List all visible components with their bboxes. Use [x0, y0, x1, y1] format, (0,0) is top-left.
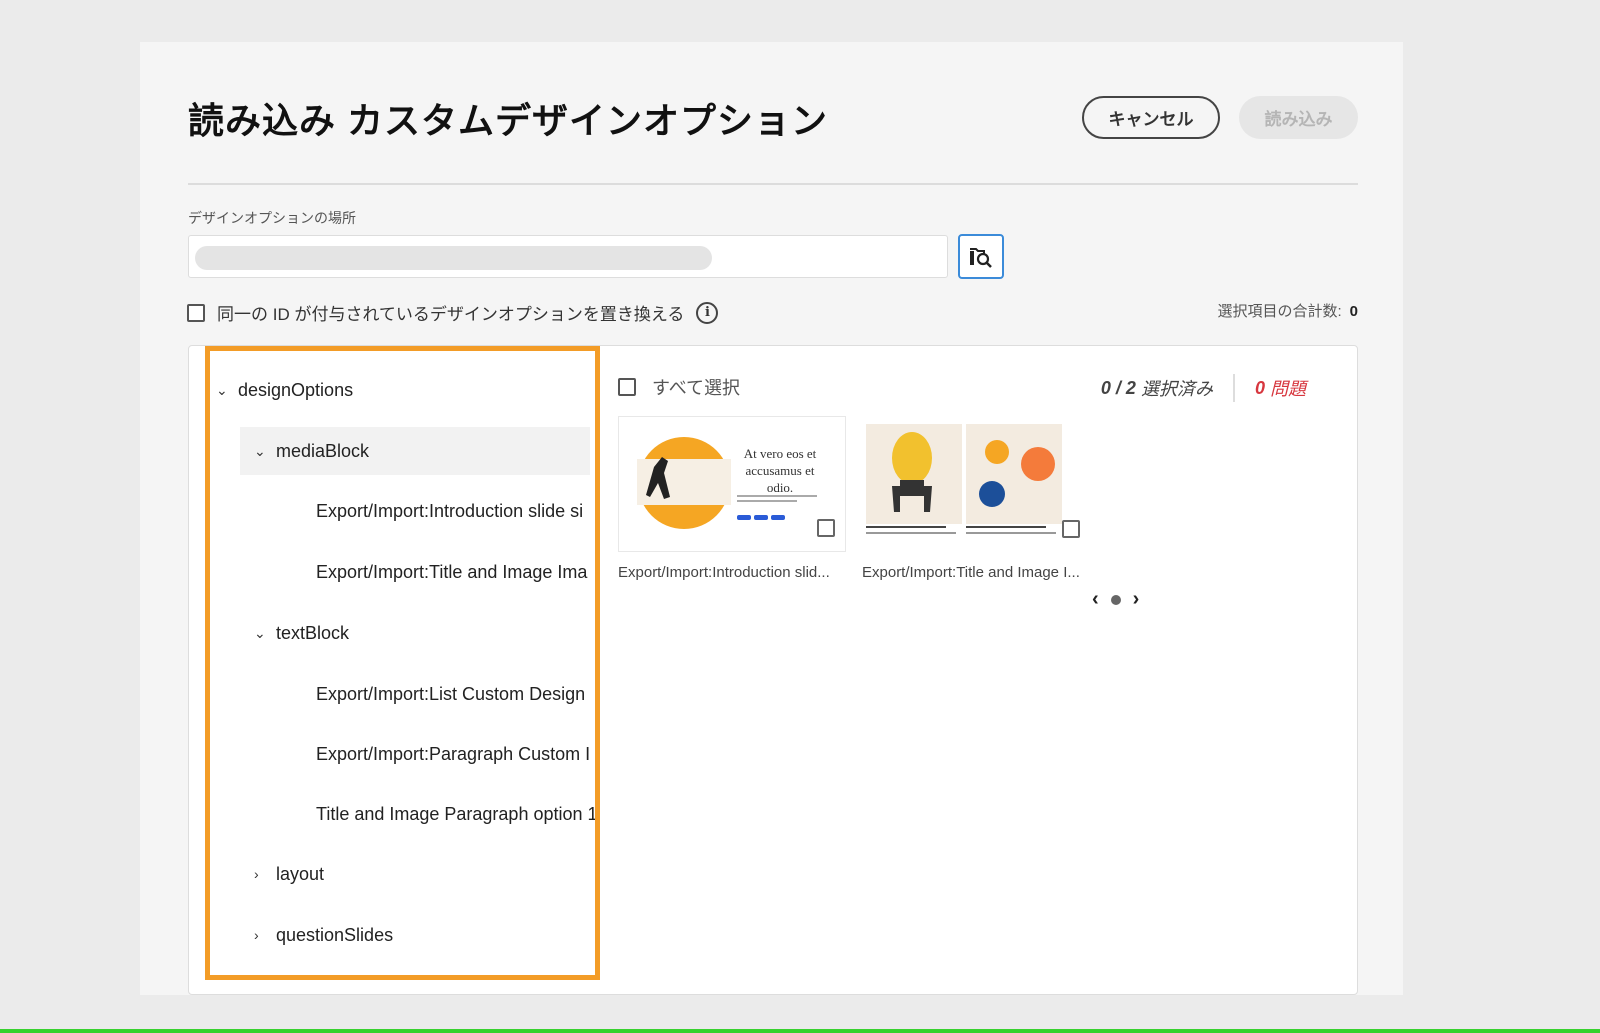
tree-item-label: layout [276, 863, 325, 884]
tree-item-questionslides[interactable]: › questionSlides [254, 911, 393, 959]
chevron-right-icon: › [254, 927, 259, 943]
card-caption: Export/Import:Introduction slid... [618, 564, 830, 581]
divider [1232, 374, 1235, 402]
design-card[interactable] [862, 416, 1090, 552]
chevron-down-icon: ⌄ [216, 381, 228, 398]
divider [188, 183, 1358, 185]
location-value-redacted [195, 246, 712, 270]
card-checkbox[interactable] [817, 519, 835, 537]
import-button[interactable]: 読み込み [1239, 96, 1358, 139]
tree-item-leaf[interactable]: Export/Import:Paragraph Custom I [316, 730, 590, 778]
select-all-label: すべて選択 [652, 378, 741, 398]
chevron-right-icon: › [254, 866, 259, 882]
tree-item-label: textBlock [276, 622, 350, 643]
card-checkbox[interactable] [1062, 520, 1080, 538]
selected-label: 選択済み [1140, 379, 1213, 399]
selected-count: 0 / 2 [1100, 377, 1136, 398]
pagination: ‹ › [1092, 588, 1139, 611]
tree-item-layout[interactable]: › layout [254, 850, 324, 898]
design-options-tree: ⌄ designOptions ⌄ mediaBlock Export/Import… [205, 346, 600, 980]
info-icon[interactable]: i [696, 301, 719, 324]
tree-item-leaf[interactable]: Export/Import:Introduction slide si [316, 487, 583, 535]
tree-item-designoptions[interactable]: ⌄ designOptions [216, 366, 353, 414]
replace-label: 同一の ID が付与されているデザインオプションを置き換える [217, 305, 685, 324]
dialog-title: 読み込み カスタムデザインオプション [188, 100, 829, 141]
thumbnail-image [866, 424, 1062, 534]
tree-item-label: questionSlides [276, 924, 394, 945]
chevron-right-icon[interactable]: › [1133, 588, 1140, 611]
bottom-bar [0, 1029, 1600, 1033]
card-caption: Export/Import:Title and Image I... [862, 564, 1080, 581]
issues-count: 0 [1254, 377, 1265, 398]
import-dialog: 読み込み カスタムデザインオプション キャンセル 読み込み デザインオプションの… [140, 42, 1403, 995]
chevron-left-icon[interactable]: ‹ [1092, 588, 1099, 611]
preview-pane: すべて選択 0 / 2 選択済み 0 問題 At vero eos et acc… [606, 346, 1336, 986]
replace-option: 同一の ID が付与されているデザインオプションを置き換える i [187, 300, 719, 325]
replace-checkbox[interactable] [187, 303, 205, 322]
issues-label: 問題 [1270, 379, 1306, 399]
location-label: デザインオプションの場所 [188, 210, 356, 226]
selection-counts: 0 / 2 選択済み 0 問題 [1101, 374, 1306, 402]
select-all[interactable]: すべて選択 [618, 374, 740, 400]
design-card[interactable]: At vero eos et accusamus et odio. [618, 416, 846, 552]
location-input[interactable] [188, 235, 948, 278]
total-selected: 選択項目の合計数: 0 [1217, 300, 1358, 321]
chevron-down-icon: ⌄ [254, 624, 266, 641]
folder-search-icon [970, 247, 992, 268]
page-dot[interactable] [1110, 594, 1121, 605]
tree-item-label: designOptions [238, 379, 354, 400]
select-all-checkbox[interactable] [618, 378, 636, 396]
chevron-down-icon: ⌄ [254, 442, 266, 459]
total-label: 選択項目の合計数: [1217, 303, 1342, 320]
thumbnail-text: At vero eos et accusamus et odio. [743, 446, 817, 495]
tree-item-leaf[interactable]: Export/Import:Title and Image Ima [316, 548, 587, 596]
total-value: 0 [1349, 303, 1358, 320]
tree-item-label: mediaBlock [276, 440, 370, 461]
tree-item-leaf[interactable]: Export/Import:List Custom Design [316, 670, 585, 718]
tree-item-textblock[interactable]: ⌄ textBlock [254, 609, 349, 657]
cancel-button[interactable]: キャンセル [1082, 96, 1220, 139]
tree-item-leaf[interactable]: Title and Image Paragraph option 1 [316, 790, 595, 838]
tree-item-mediablock[interactable]: ⌄ mediaBlock [240, 427, 590, 475]
browse-folder-button[interactable] [958, 234, 1004, 279]
